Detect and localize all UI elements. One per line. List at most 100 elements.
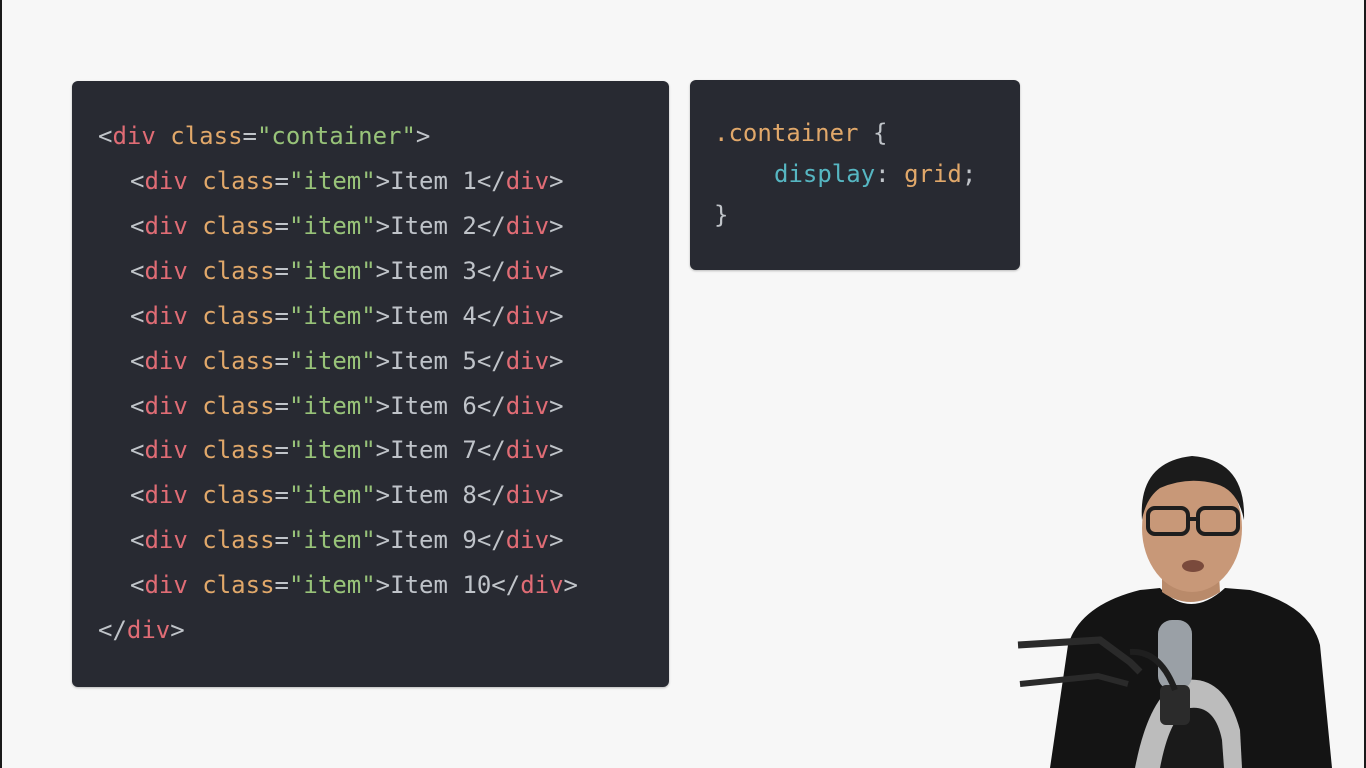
tag-name: div — [505, 526, 550, 555]
open-brace: { — [872, 119, 888, 147]
tag-name: div — [144, 301, 188, 330]
tag-name: div — [144, 436, 188, 465]
attr-name: class — [202, 481, 275, 510]
html-code-panel: <div class="container"> <div class="item… — [72, 81, 669, 687]
tag-name: div — [144, 211, 188, 240]
colon: : — [875, 160, 905, 188]
attr-value: "item" — [288, 526, 376, 555]
bracket: > — [375, 571, 391, 600]
microphone-icon — [1158, 620, 1192, 690]
html-line-item: <div class="item">Item 2</div> — [130, 211, 564, 241]
bracket: < — [130, 481, 145, 510]
tag-name: div — [505, 481, 550, 510]
bracket: > — [375, 391, 391, 420]
bracket: </ — [98, 616, 127, 644]
bracket: </ — [476, 256, 506, 285]
bracket: < — [130, 346, 145, 375]
bracket: </ — [476, 481, 506, 510]
html-line-item: <div class="item">Item 3</div> — [130, 256, 564, 286]
attr-name: class — [202, 211, 275, 240]
html-line-item: <div class="item">Item 8</div> — [130, 480, 564, 510]
bracket: </ — [476, 346, 506, 375]
equals: = — [274, 167, 289, 195]
equals: = — [274, 301, 289, 330]
tag-name: div — [144, 391, 188, 420]
bracket: > — [549, 526, 564, 555]
item-label: Item 6 — [390, 391, 477, 420]
tag-name: div — [505, 256, 550, 285]
bracket: > — [375, 256, 391, 285]
equals: = — [274, 391, 289, 420]
bracket: < — [130, 301, 145, 330]
close-brace: } — [714, 201, 729, 229]
bracket: > — [549, 167, 564, 195]
tag-name: div — [505, 346, 550, 375]
css-property: display — [774, 160, 876, 188]
bracket: > — [170, 616, 185, 644]
attr-value: "item" — [288, 571, 376, 600]
equals: = — [242, 122, 257, 150]
attr-name: class — [202, 571, 275, 600]
html-line-item: <div class="item">Item 5</div> — [130, 346, 564, 376]
tag-name: div — [505, 211, 550, 240]
bracket: > — [549, 436, 564, 465]
bracket: > — [549, 346, 564, 375]
html-line-item: <div class="item">Item 10</div> — [130, 570, 578, 600]
bracket: > — [549, 391, 564, 420]
css-line-declaration: display: grid; — [774, 159, 976, 189]
bracket: > — [375, 346, 391, 375]
css-value: grid — [904, 160, 962, 188]
attr-name: class — [202, 526, 275, 555]
equals: = — [274, 436, 289, 465]
tag-name: div — [144, 571, 188, 600]
html-line-item: <div class="item">Item 9</div> — [130, 525, 564, 555]
bracket: > — [375, 211, 391, 240]
bracket: > — [563, 571, 578, 600]
item-label: Item 2 — [390, 211, 477, 240]
bracket: </ — [476, 301, 506, 330]
css-line-close: } — [714, 200, 728, 230]
bracket: > — [375, 526, 391, 555]
item-label: Item 4 — [390, 301, 477, 330]
tag-name: div — [505, 391, 550, 420]
attr-value: "item" — [288, 211, 376, 240]
attr-value: "item" — [288, 481, 376, 510]
bracket: </ — [476, 167, 506, 195]
attr-value: "container" — [256, 122, 416, 150]
equals: = — [274, 346, 289, 375]
tag-name: div — [520, 571, 564, 600]
attr-name: class — [170, 122, 243, 150]
attr-name: class — [202, 167, 275, 195]
attr-value: "item" — [288, 256, 376, 285]
bracket: > — [549, 211, 564, 240]
presenter-video — [1017, 456, 1332, 768]
bracket: > — [549, 256, 564, 285]
html-line-item: <div class="item">Item 4</div> — [130, 301, 564, 331]
css-code-panel: .container { display: grid; } — [690, 80, 1020, 270]
tag-name: div — [126, 616, 171, 644]
attr-name: class — [202, 391, 275, 420]
tag-name: div — [144, 167, 188, 195]
bracket: < — [130, 256, 145, 285]
item-label: Item 10 — [390, 571, 492, 600]
css-line-selector: .container { — [714, 118, 887, 148]
bracket: < — [130, 391, 145, 420]
equals: = — [274, 211, 289, 240]
tag-name: div — [144, 526, 188, 555]
css-selector: .container — [714, 119, 859, 147]
bracket: </ — [476, 391, 506, 420]
bracket: > — [415, 122, 431, 150]
equals: = — [274, 526, 289, 555]
attr-value: "item" — [288, 301, 376, 330]
bracket: > — [549, 481, 564, 510]
bracket: > — [375, 301, 391, 330]
bracket: < — [130, 167, 145, 195]
attr-value: "item" — [288, 436, 376, 465]
frame-left-edge — [0, 0, 2, 768]
